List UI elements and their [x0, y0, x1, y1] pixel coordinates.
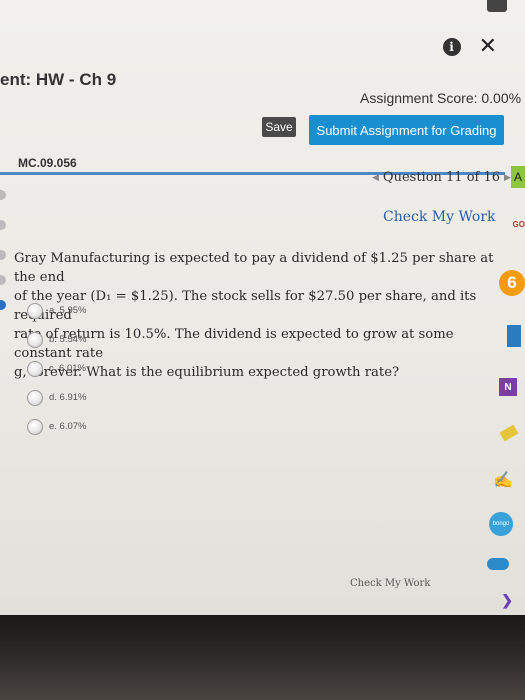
- close-icon[interactable]: ✕: [479, 36, 497, 58]
- question-line: Gray Manufacturing is expected to pay a …: [14, 251, 494, 285]
- question-text: Gray Manufacturing is expected to pay a …: [14, 249, 504, 382]
- question-id: MC.09.056: [18, 156, 77, 170]
- window-corner-icon: [487, 0, 507, 12]
- assignment-score: Assignment Score: 0.00%: [360, 90, 522, 106]
- check-my-work-link-top[interactable]: Check My Work: [383, 209, 496, 225]
- answer-option-a[interactable]: a. 5.95%: [27, 296, 87, 325]
- left-marker-dot: [0, 220, 6, 230]
- radio-button[interactable]: [27, 418, 43, 435]
- radio-button[interactable]: [27, 302, 43, 319]
- window-controls: i ✕: [442, 36, 497, 58]
- laptop-bezel: [0, 615, 525, 700]
- answer-option-c[interactable]: c. 6.01%: [27, 354, 87, 383]
- cloud-icon[interactable]: [487, 558, 509, 570]
- left-edge-markers: [0, 180, 10, 380]
- left-marker-dot-active: [0, 300, 6, 310]
- app-screen: i ✕ ent: HW - Ch 9 Assignment Score: 0.0…: [0, 0, 525, 615]
- radio-button[interactable]: [27, 331, 43, 348]
- left-marker-dot: [0, 250, 6, 260]
- answer-option-label: b. 5.54%: [49, 334, 87, 345]
- answer-option-b[interactable]: b. 5.54%: [27, 325, 87, 354]
- save-button[interactable]: Save: [262, 117, 296, 137]
- radio-button[interactable]: [27, 389, 43, 406]
- prev-arrow-icon[interactable]: ◀: [372, 173, 379, 183]
- info-icon[interactable]: i: [442, 38, 461, 56]
- answer-options: a. 5.95% b. 5.54% c. 6.01% d. 6.91% e. 6…: [27, 296, 87, 441]
- bongo-icon[interactable]: bongo: [489, 512, 513, 536]
- answer-option-d[interactable]: d. 6.91%: [27, 383, 87, 412]
- question-line: rate of return is 10.5%. The dividend is…: [14, 327, 454, 361]
- rail-go-label[interactable]: GO: [513, 220, 525, 229]
- question-line: of the year (D₁ = $1.25). The stock sell…: [14, 289, 477, 323]
- assignment-title: ent: HW - Ch 9: [0, 70, 117, 89]
- left-marker-dot: [0, 190, 6, 200]
- answer-option-label: d. 6.91%: [49, 392, 87, 403]
- chevron-right-icon[interactable]: ❯: [501, 592, 513, 609]
- office-icon[interactable]: 6: [499, 270, 525, 296]
- question-nav-label: Question 11 of 16: [382, 170, 501, 185]
- question-navigator: ◀ Question 11 of 16 ▶: [372, 170, 511, 185]
- answer-option-label: c. 6.01%: [49, 363, 86, 374]
- check-my-work-link-bottom[interactable]: Check My Work: [350, 578, 430, 589]
- onenote-icon[interactable]: N: [499, 378, 517, 396]
- question-line: g, forever. What is the equilibrium expe…: [14, 365, 400, 380]
- answer-option-label: a. 5.95%: [49, 305, 87, 316]
- rail-blue-app-icon[interactable]: [507, 325, 521, 347]
- left-marker-dot: [0, 275, 6, 285]
- radio-button[interactable]: [27, 360, 43, 377]
- hand-icon[interactable]: ✍: [493, 470, 513, 490]
- answer-option-label: e. 6.07%: [49, 421, 87, 432]
- answer-option-e[interactable]: e. 6.07%: [27, 412, 87, 441]
- submit-assignment-button[interactable]: Submit Assignment for Grading: [309, 115, 504, 145]
- rail-letter-a[interactable]: A: [511, 166, 525, 188]
